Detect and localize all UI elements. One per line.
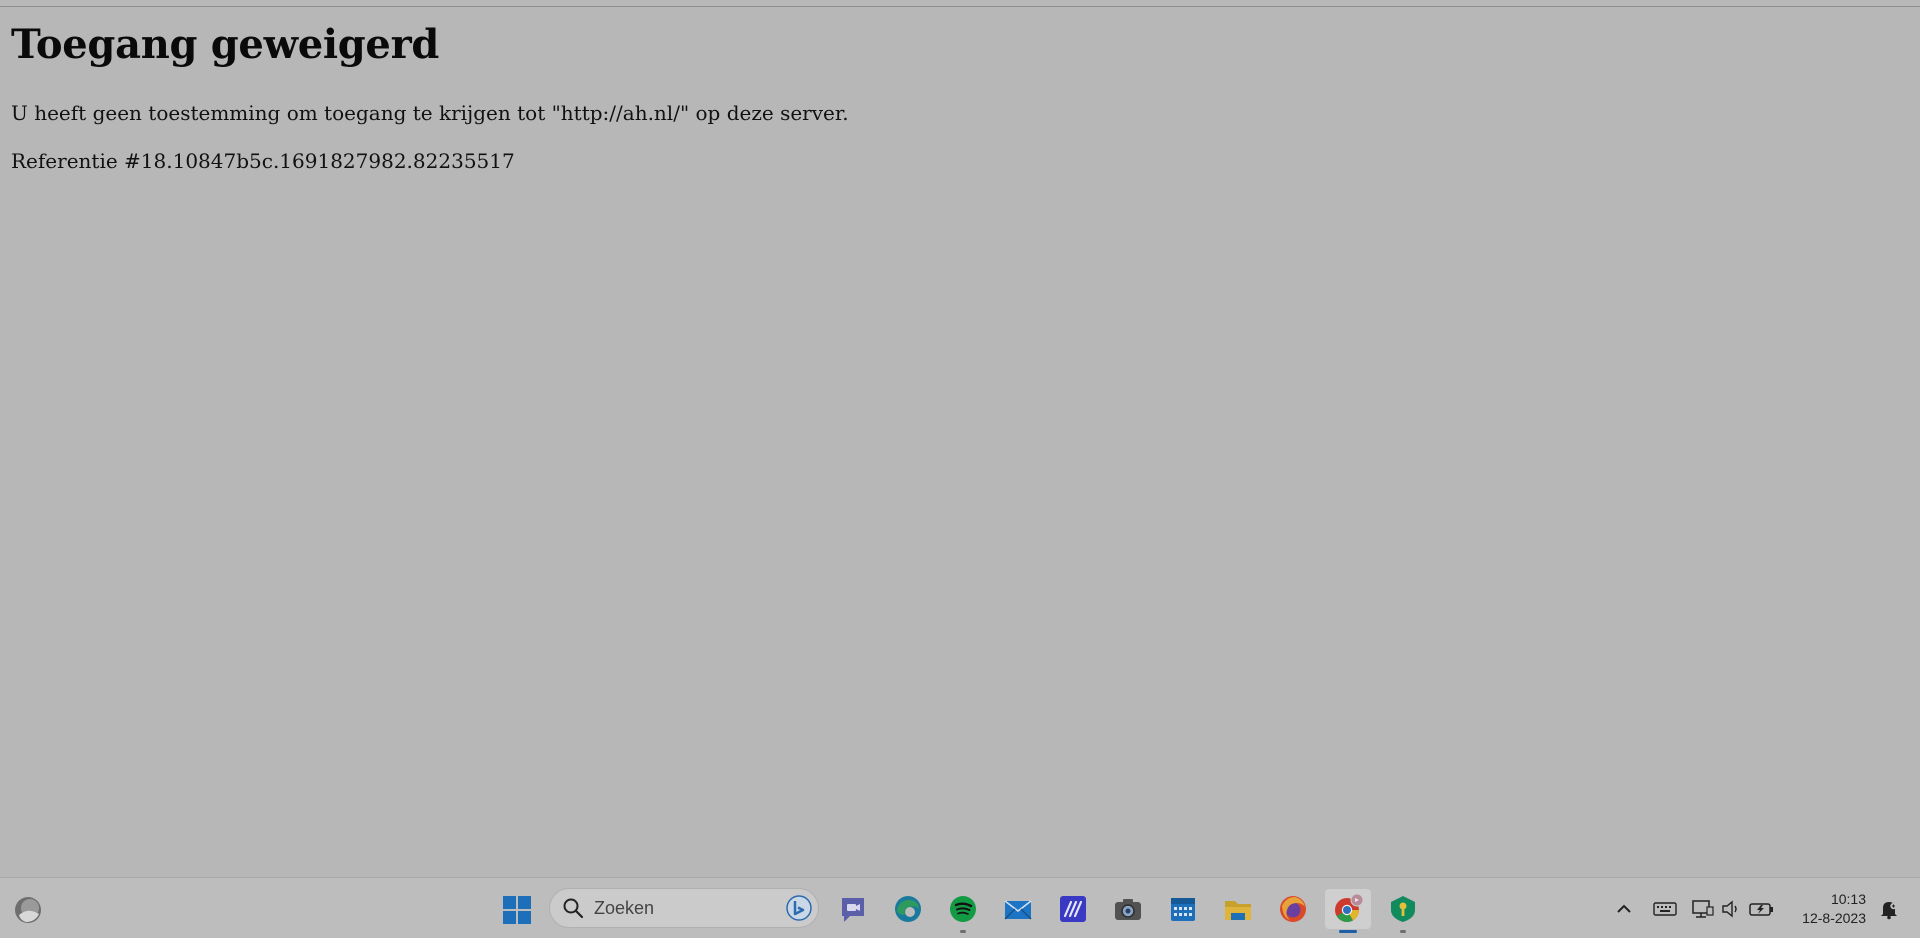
- taskbar-app-calendar[interactable]: [1163, 889, 1203, 929]
- taskbar-app-keepass[interactable]: [1383, 889, 1423, 933]
- running-indicator: [960, 930, 966, 933]
- keyboard-indicator[interactable]: [1646, 889, 1684, 929]
- taskbar-app-stripes[interactable]: [1053, 889, 1093, 929]
- reference-id: Referentie #18.10847b5c.1691827982.82235…: [11, 149, 515, 173]
- key-shield-icon: [1391, 896, 1415, 922]
- stripes-app-icon: [1060, 896, 1086, 922]
- camera-icon: [1115, 899, 1141, 920]
- battery-status[interactable]: [1745, 889, 1779, 929]
- error-message: U heeft geen toestemming om toegang te k…: [11, 101, 849, 125]
- running-indicator: [1400, 930, 1406, 933]
- network-icon: [1692, 900, 1714, 918]
- edge-browser-icon: [895, 896, 921, 922]
- taskbar-app-spotify[interactable]: [943, 889, 983, 933]
- clock-date: 12-8-2023: [1802, 910, 1866, 926]
- spotify-icon: [950, 896, 976, 922]
- taskbar-app-chrome[interactable]: [1325, 889, 1371, 933]
- notifications-button[interactable]: [1872, 889, 1906, 929]
- video-chat-icon: [842, 898, 864, 922]
- firefox-icon: [1280, 896, 1306, 922]
- taskbar-app-teams[interactable]: [833, 889, 873, 929]
- taskbar-app-mail[interactable]: [998, 889, 1038, 929]
- folder-icon: [1225, 901, 1251, 920]
- active-indicator: [1339, 930, 1357, 933]
- taskbar-app-edge[interactable]: [888, 889, 928, 929]
- browser-content: Toegang geweigerd U heeft geen toestemmi…: [0, 6, 1920, 877]
- calendar-icon: [1171, 898, 1195, 921]
- mail-icon: [1004, 900, 1032, 920]
- clock-time: 10:13: [1830, 891, 1866, 907]
- taskbar-app-camera[interactable]: [1108, 889, 1148, 929]
- notification-bell-icon: [1881, 902, 1897, 920]
- volume-control[interactable]: [1717, 889, 1747, 929]
- taskbar-app-firefox[interactable]: [1273, 889, 1313, 929]
- speaker-icon: [1722, 900, 1737, 918]
- battery-charging-icon: [1749, 903, 1773, 916]
- show-hidden-icons-button[interactable]: [1605, 889, 1643, 929]
- system-clock[interactable]: 10:13 12-8-2023: [1790, 889, 1866, 929]
- taskbar-app-files[interactable]: [1218, 889, 1258, 929]
- network-status[interactable]: [1686, 889, 1720, 929]
- keyboard-icon: [1653, 902, 1677, 916]
- taskbar-apps: 10:13 12-8-2023: [0, 877, 1920, 938]
- chevron-up-icon: [1617, 904, 1631, 913]
- chrome-icon: [1335, 893, 1364, 923]
- page-title: Toegang geweigerd: [11, 21, 440, 68]
